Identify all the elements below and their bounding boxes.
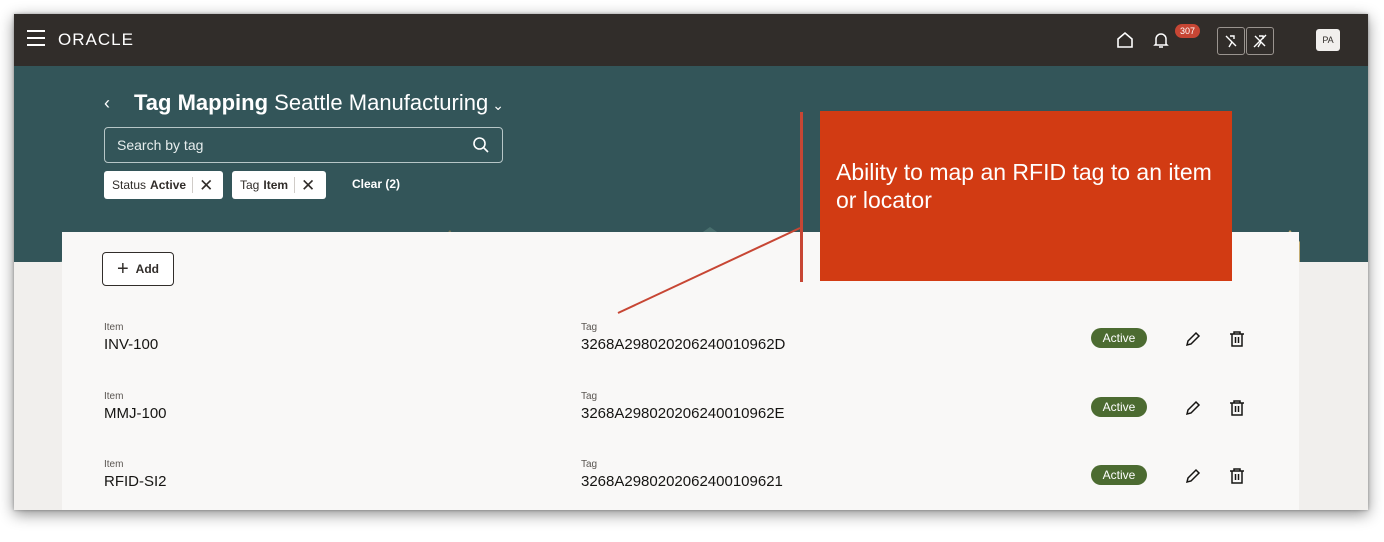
callout-bar (800, 112, 803, 282)
callout-box: Ability to map an RFID tag to an item or… (820, 111, 1232, 281)
callout-text: Ability to map an RFID tag to an item or… (836, 159, 1212, 213)
app-window: ORACLE 307 PA ‹ Tag Mapping Seattle Manu… (14, 14, 1368, 510)
